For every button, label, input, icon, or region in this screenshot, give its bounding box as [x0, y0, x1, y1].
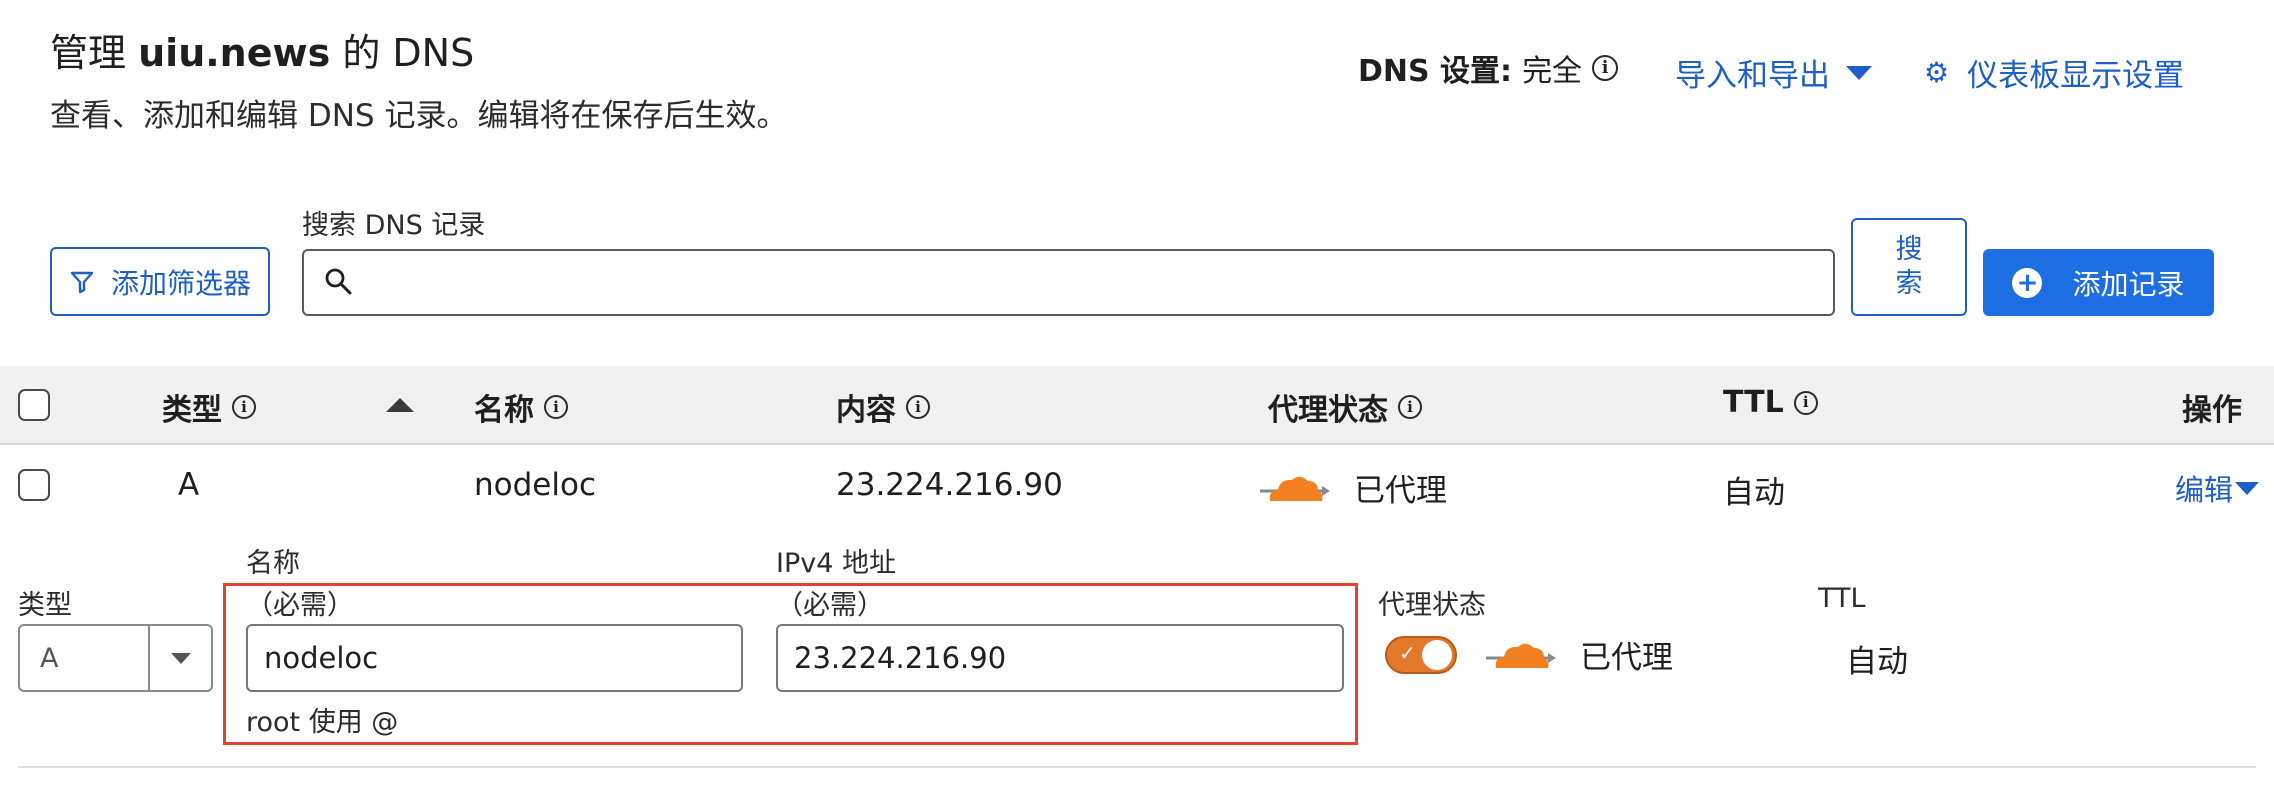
page-subtitle: 查看、添加和编辑 DNS 记录。编辑将在保存后生效。 [50, 98, 788, 134]
add-record-button[interactable]: + 添加记录 [1983, 249, 2214, 316]
info-icon[interactable]: i [1592, 55, 1619, 81]
title-suffix: 的 DNS [342, 31, 475, 75]
search-icon [325, 268, 352, 295]
search-button[interactable]: 搜 索 [1851, 218, 1967, 316]
edit-record-link[interactable]: 编辑 [2175, 467, 2260, 509]
proxy-status-label: 代理状态 [1378, 590, 1486, 621]
info-icon[interactable]: i [906, 395, 930, 419]
dashboard-settings-link[interactable]: ⚙ 仪表板显示设置 [1924, 50, 2184, 95]
table-header: 类型 i 名称 i 内容 i 代理状态 i TTL i 操作 [0, 366, 2274, 445]
column-proxy-status[interactable]: 代理状态 i [1268, 385, 1422, 429]
form-proxy-status: 已代理 [1486, 632, 1673, 677]
add-filter-button[interactable]: 添加筛选器 [50, 247, 270, 316]
select-all-checkbox[interactable] [18, 389, 50, 421]
page-title: 管理 uiu.news 的 DNS [50, 22, 474, 77]
chevron-down-icon [2235, 481, 2260, 495]
edit-label: 编辑 [2175, 473, 2234, 507]
row-proxy-status: 已代理 [1260, 465, 1447, 510]
column-ttl[interactable]: TTL i [1723, 385, 1818, 420]
highlight-box [223, 583, 1358, 745]
row-type: A [178, 467, 200, 503]
column-ttl-label: TTL [1723, 385, 1784, 420]
column-content-label: 内容 [836, 393, 896, 428]
proxy-toggle[interactable]: ✓ [1385, 636, 1457, 674]
filter-icon [70, 271, 94, 293]
import-export-dropdown[interactable]: 导入和导出 [1675, 50, 1872, 95]
chevron-down-icon [150, 626, 211, 690]
row-ttl: 自动 [1723, 475, 1785, 511]
sort-ascending-icon[interactable] [386, 398, 414, 412]
toggle-knob [1422, 640, 1452, 670]
search-button-line1: 搜 [1895, 234, 1923, 266]
column-actions-label: 操作 [2182, 393, 2242, 428]
row-content: 23.224.216.90 [836, 467, 1063, 503]
column-name-label: 名称 [474, 393, 534, 428]
plus-circle-icon: + [2012, 267, 2043, 298]
type-select-value: A [20, 626, 150, 690]
row-checkbox[interactable] [18, 469, 50, 501]
info-icon[interactable]: i [232, 395, 256, 419]
type-select[interactable]: A [18, 624, 213, 692]
title-domain: uiu.news [138, 31, 331, 75]
ttl-select[interactable]: 自动 [1846, 636, 1908, 681]
column-actions: 操作 [2182, 385, 2242, 429]
import-export-label: 导入和导出 [1675, 58, 1830, 94]
ttl-label: TTL [1818, 583, 1866, 614]
add-record-label: 添加记录 [2072, 267, 2185, 301]
info-icon[interactable]: i [1793, 390, 1818, 415]
cloud-proxied-icon [1260, 476, 1330, 501]
column-proxy-status-label: 代理状态 [1268, 393, 1388, 428]
divider [18, 766, 2256, 768]
gear-icon: ⚙ [1924, 56, 1950, 89]
dns-setting-value: 完全 [1522, 54, 1583, 89]
column-type[interactable]: 类型 i [162, 385, 256, 429]
type-label: 类型 [18, 590, 72, 621]
add-filter-label: 添加筛选器 [110, 266, 251, 300]
search-button-line2: 索 [1895, 268, 1923, 299]
dashboard-settings-label: 仪表板显示设置 [1967, 58, 2185, 94]
check-icon: ✓ [1399, 641, 1416, 665]
name-label: 名称 [246, 548, 300, 579]
row-name: nodeloc [474, 467, 596, 503]
info-icon[interactable]: i [544, 395, 568, 419]
title-prefix: 管理 [50, 31, 127, 75]
cloud-proxied-icon [1486, 643, 1556, 668]
row-proxy-status-label: 已代理 [1354, 473, 1447, 509]
ipv4-label: IPv4 地址 [776, 548, 896, 579]
search-input[interactable] [302, 249, 1835, 316]
form-proxy-status-label: 已代理 [1580, 640, 1673, 676]
dns-setting: DNS 设置: 完全 i [1358, 46, 1619, 90]
dns-setting-label: DNS 设置: [1358, 54, 1513, 89]
column-content[interactable]: 内容 i [836, 385, 930, 429]
chevron-down-icon [1846, 65, 1872, 80]
info-icon[interactable]: i [1398, 395, 1422, 419]
column-type-label: 类型 [162, 393, 222, 428]
search-label: 搜索 DNS 记录 [302, 210, 486, 241]
column-name[interactable]: 名称 i [474, 385, 568, 429]
